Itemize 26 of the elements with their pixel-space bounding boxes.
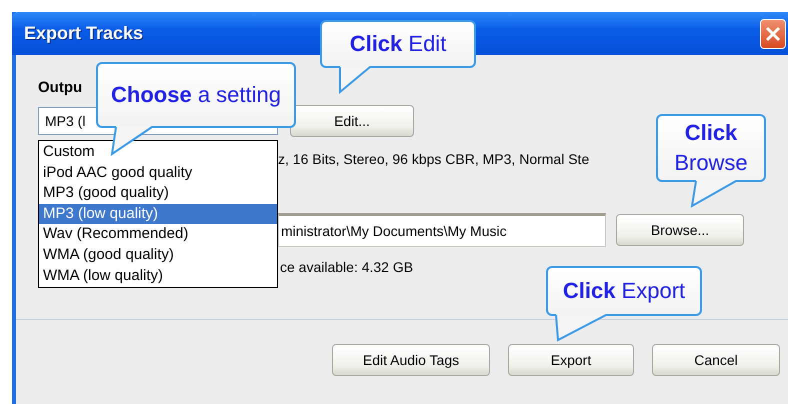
callout: Click Edit bbox=[320, 20, 476, 68]
output-label: Outpu bbox=[38, 79, 82, 96]
callout: Click Browse bbox=[656, 114, 766, 182]
callout: Choose a setting bbox=[96, 62, 296, 128]
callout-pointer bbox=[690, 180, 736, 208]
cancel-button[interactable]: Cancel bbox=[652, 344, 780, 376]
format-option[interactable]: WMA (good quality) bbox=[39, 244, 277, 266]
format-option[interactable]: MP3 (low quality) bbox=[39, 204, 277, 224]
folder-field[interactable]: ministrator\My Documents\My Music bbox=[278, 213, 606, 247]
format-option[interactable]: MP3 (good quality) bbox=[39, 183, 277, 204]
format-option[interactable]: WMA (low quality) bbox=[39, 266, 277, 286]
callout: Click Export bbox=[546, 266, 702, 316]
format-info: z, 16 Bits, Stereo, 96 kbps CBR, MP3, Normal Ste bbox=[278, 151, 590, 167]
format-option[interactable]: Custom bbox=[39, 142, 277, 163]
free-space-text: ce available: 4.32 GB bbox=[280, 259, 414, 275]
format-option[interactable]: iPod AAC good quality bbox=[39, 162, 277, 184]
close-icon bbox=[765, 26, 781, 42]
edit-tags-button[interactable]: Edit Audio Tags bbox=[332, 344, 490, 376]
window-title: Export Tracks bbox=[24, 23, 144, 44]
close-button[interactable] bbox=[760, 18, 786, 48]
edit-button[interactable]: Edit... bbox=[290, 105, 414, 137]
callout-pointer bbox=[555, 314, 606, 342]
export-button[interactable]: Export bbox=[508, 344, 634, 376]
format-option[interactable]: Wav (Recommended) bbox=[39, 224, 277, 245]
browse-button[interactable]: Browse... bbox=[616, 214, 744, 246]
callout-pointer bbox=[339, 66, 371, 94]
